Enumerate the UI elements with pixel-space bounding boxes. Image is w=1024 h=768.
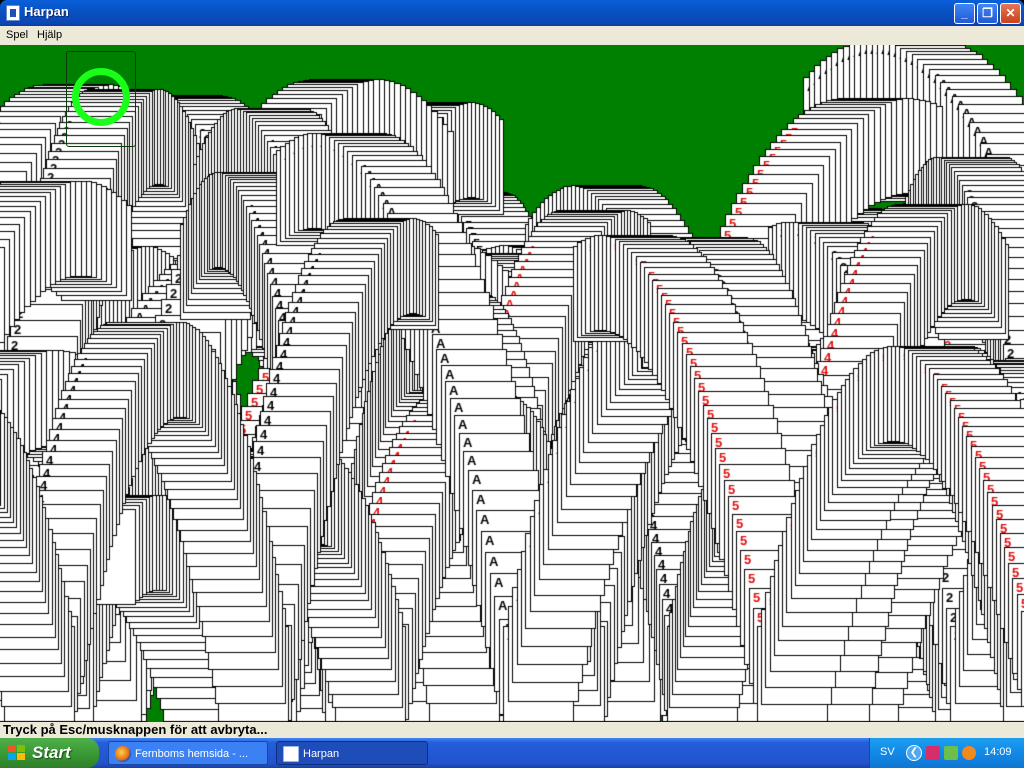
empty-stock-ring-icon [72, 68, 130, 126]
title-bar[interactable]: Harpan _ ❐ ✕ [0, 0, 1024, 26]
close-button[interactable]: ✕ [1000, 3, 1021, 24]
game-board[interactable] [0, 45, 1024, 722]
system-tray: SV ❮ 14:09 [869, 738, 1024, 768]
minimize-button[interactable]: _ [954, 3, 975, 24]
windows-logo-icon [8, 745, 26, 761]
window-title: Harpan [24, 4, 69, 19]
show-hidden-icons-button[interactable]: ❮ [906, 745, 922, 761]
status-text: Tryck på Esc/musknappen för att avbryta.… [3, 722, 268, 737]
start-button[interactable]: Start [0, 738, 99, 768]
start-label: Start [32, 743, 71, 762]
spider-solitaire-icon [283, 746, 299, 762]
taskbar-item-harpan[interactable]: Harpan [276, 741, 428, 765]
firefox-icon [115, 746, 131, 762]
spider-solitaire-icon [6, 5, 20, 21]
taskbar: Start Fernboms hemsida - ... Harpan SV ❮… [0, 738, 1024, 768]
menu-hjalp[interactable]: Hjälp [37, 29, 62, 41]
taskbar-item-label: Harpan [303, 748, 340, 760]
taskbar-item-fernboms[interactable]: Fernboms hemsida - ... [108, 741, 268, 765]
menu-bar: Spel Hjälp [0, 26, 1024, 45]
network-icon[interactable] [944, 746, 958, 760]
menu-spel[interactable]: Spel [6, 29, 28, 41]
taskbar-item-label: Fernboms hemsida - ... [135, 748, 249, 760]
restore-button[interactable]: ❐ [977, 3, 998, 24]
clock[interactable]: 14:09 [984, 746, 1012, 758]
security-icon[interactable] [962, 746, 976, 760]
language-indicator[interactable]: SV [880, 746, 895, 758]
status-bar: Tryck på Esc/musknappen för att avbryta.… [0, 722, 1024, 738]
card-cascade-animation [0, 45, 1024, 722]
stock-pile[interactable] [66, 51, 136, 147]
tray-app-icon[interactable] [926, 746, 940, 760]
